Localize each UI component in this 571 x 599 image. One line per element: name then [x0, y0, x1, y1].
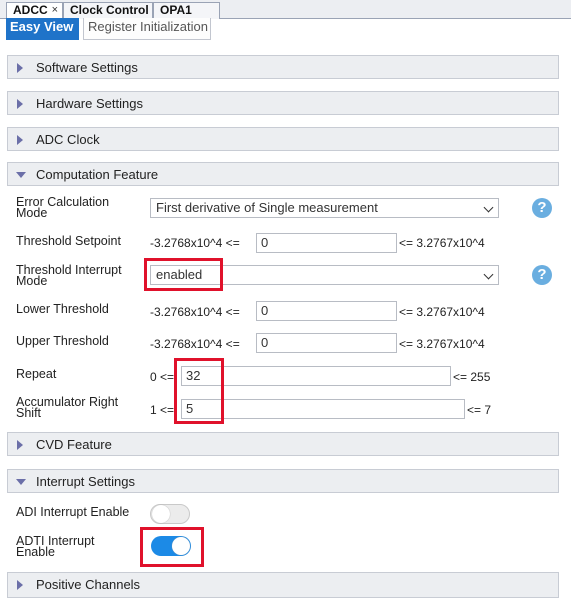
help-icon[interactable]: ?	[532, 198, 552, 218]
threshold-setpoint-min: -3.2768x10^4 <=	[150, 236, 240, 250]
doc-tab-label: ADCC	[13, 3, 48, 17]
section-title: CVD Feature	[36, 437, 112, 452]
expand-triangle-icon	[17, 580, 23, 590]
expand-triangle-icon	[17, 99, 23, 109]
repeat-min: 0 <=	[150, 370, 175, 384]
adti-interrupt-enable-label: ADTI Interrupt Enable	[16, 534, 95, 559]
section-cvd-feature[interactable]: CVD Feature	[7, 432, 559, 456]
collapse-triangle-icon	[16, 172, 26, 178]
error-calc-mode-label: Error Calculation Mode	[16, 195, 110, 220]
section-title: ADC Clock	[36, 132, 100, 147]
highlight-box	[144, 258, 223, 291]
section-title: Interrupt Settings	[36, 474, 135, 489]
section-title: Software Settings	[36, 60, 138, 75]
upper-threshold-min: -3.2768x10^4 <=	[150, 337, 240, 351]
highlight-box	[140, 527, 204, 567]
section-software-settings[interactable]: Software Settings	[7, 55, 559, 79]
upper-threshold-input[interactable]: 0	[256, 333, 397, 353]
tab-easy-view[interactable]: Easy View	[6, 18, 79, 40]
section-interrupt-settings[interactable]: Interrupt Settings	[7, 469, 559, 493]
expand-triangle-icon	[17, 440, 23, 450]
upper-threshold-label: Upper Threshold	[16, 334, 109, 348]
chevron-down-icon	[483, 269, 494, 280]
expand-triangle-icon	[17, 63, 23, 73]
lower-threshold-label: Lower Threshold	[16, 302, 109, 316]
section-adc-clock[interactable]: ADC Clock	[7, 127, 559, 151]
threshold-interrupt-mode-label: Threshold Interrupt Mode	[16, 263, 122, 288]
chevron-down-icon	[483, 202, 494, 213]
accumulator-right-shift-label: Accumulator Right Shift	[16, 395, 119, 420]
adi-interrupt-enable-label: ADI Interrupt Enable	[16, 505, 130, 519]
section-title: Computation Feature	[36, 167, 159, 182]
document-tab-bar: ADCC × Clock Control OPA1	[0, 0, 571, 19]
adi-interrupt-toggle[interactable]	[150, 504, 190, 524]
threshold-setpoint-max: <= 3.2767x10^4	[399, 236, 485, 250]
close-icon[interactable]: ×	[52, 3, 58, 18]
section-title: Positive Channels	[36, 577, 141, 592]
toggle-knob	[152, 505, 170, 523]
doc-tab-opa1[interactable]: OPA1	[153, 2, 220, 19]
repeat-max: <= 255	[453, 370, 491, 384]
collapse-triangle-icon	[16, 479, 26, 485]
error-calc-mode-select[interactable]: First derivative of Single measurement	[150, 198, 499, 218]
expand-triangle-icon	[17, 135, 23, 145]
help-icon[interactable]: ?	[532, 265, 552, 285]
section-computation-feature[interactable]: Computation Feature	[7, 162, 559, 186]
doc-tab-adcc[interactable]: ADCC ×	[6, 2, 63, 19]
lower-threshold-max: <= 3.2767x10^4	[399, 305, 485, 319]
highlight-box	[174, 358, 224, 424]
section-title: Hardware Settings	[36, 96, 143, 111]
threshold-setpoint-input[interactable]: 0	[256, 233, 397, 253]
upper-threshold-max: <= 3.2767x10^4	[399, 337, 485, 351]
section-positive-channels[interactable]: Positive Channels	[7, 572, 559, 598]
repeat-label: Repeat	[16, 367, 57, 381]
accumulator-right-shift-max: <= 7	[467, 403, 492, 417]
doc-tab-clock-control[interactable]: Clock Control	[63, 2, 153, 19]
section-hardware-settings[interactable]: Hardware Settings	[7, 91, 559, 115]
doc-tab-label: Clock Control	[70, 3, 149, 17]
lower-threshold-input[interactable]: 0	[256, 301, 397, 321]
accumulator-right-shift-min: 1 <=	[150, 403, 175, 417]
select-value: First derivative of Single measurement	[156, 200, 378, 215]
lower-threshold-min: -3.2768x10^4 <=	[150, 305, 240, 319]
doc-tab-label: OPA1	[160, 3, 192, 17]
threshold-setpoint-label: Threshold Setpoint	[16, 234, 121, 248]
tab-register-initialization[interactable]: Register Initialization	[83, 18, 211, 40]
